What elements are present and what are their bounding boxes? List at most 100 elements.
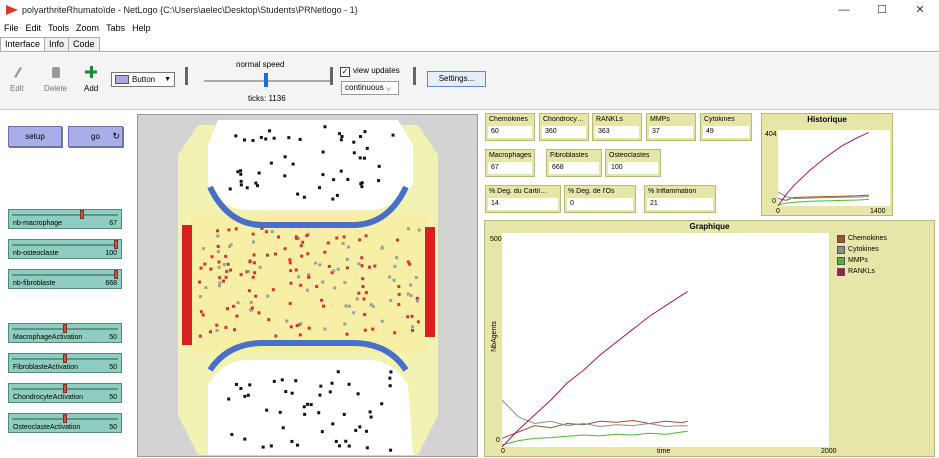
agent-dot	[397, 285, 401, 289]
tab-code[interactable]: Code	[68, 37, 100, 51]
edit-label: Edit	[10, 84, 24, 93]
slider-nb-fibroblaste[interactable]: nb-fibroblaste 668	[8, 269, 122, 289]
agent-dot	[227, 228, 231, 232]
slider-thumb[interactable]	[114, 270, 118, 279]
agent-dot	[251, 240, 255, 244]
slider-thumb[interactable]	[63, 354, 67, 363]
menu-file[interactable]: File	[4, 23, 19, 33]
bone-cell	[356, 392, 360, 396]
legend-label: Cytokines	[848, 246, 879, 253]
legend-item: MMPs	[837, 255, 887, 266]
agent-dot	[364, 234, 368, 238]
monitor: % Deg. de l'Os 0	[564, 185, 636, 213]
agent-dot	[299, 283, 303, 287]
go-label: go	[91, 132, 100, 141]
menu-edit[interactable]: Edit	[26, 23, 42, 33]
agent-dot	[216, 234, 220, 238]
agent-dot	[307, 273, 311, 277]
graphique-plot[interactable]: Graphique 500 0 0 2000 time NbAgents Che…	[484, 220, 935, 457]
bone-cell	[347, 444, 351, 448]
settings-button[interactable]: Settings...	[427, 71, 486, 87]
widget-type-select[interactable]: Button ▼	[111, 72, 175, 87]
bone-cell	[251, 138, 255, 142]
maximize-button[interactable]: ☐	[863, 0, 901, 20]
agent-dot	[363, 328, 367, 332]
slider-thumb[interactable]	[63, 384, 67, 393]
menu-help[interactable]: Help	[132, 23, 151, 33]
bone-cell	[230, 432, 234, 436]
agent-dot	[343, 322, 347, 326]
agent-dot	[251, 232, 255, 236]
add-tool[interactable]: Add	[84, 65, 98, 93]
agent-dot	[295, 324, 299, 328]
setup-button[interactable]: setup	[8, 126, 62, 147]
bone-cell	[339, 138, 343, 142]
monitor: Chemokines 60	[485, 113, 535, 141]
menu-zoom[interactable]: Zoom	[76, 23, 99, 33]
agent-dot	[253, 271, 257, 275]
widget-type-value: Button	[132, 75, 156, 84]
close-button[interactable]: ✕	[901, 0, 939, 20]
update-mode-select[interactable]: continuous ⌵	[341, 81, 399, 95]
agent-dot	[369, 303, 373, 307]
menu-tools[interactable]: Tools	[48, 23, 69, 33]
agent-dot	[234, 227, 238, 231]
minimize-button[interactable]: —	[825, 0, 863, 20]
slider-fibroblasteactivation[interactable]: FibroblasteActivation 50	[8, 353, 122, 373]
bone-cell	[227, 397, 231, 401]
agent-dot	[217, 284, 221, 288]
agent-dot	[314, 261, 318, 265]
agent-dot	[203, 262, 207, 266]
slider-name: OsteoclasteActivation	[13, 424, 81, 431]
view-updates-checkbox[interactable]: ✓	[340, 67, 350, 77]
bone-cell	[284, 390, 288, 394]
agent-dot	[218, 281, 222, 285]
toolbar-separator	[413, 67, 416, 85]
bone-cell	[359, 182, 363, 186]
agent-dot	[221, 279, 225, 283]
legend-label: RANKLs	[848, 268, 875, 275]
bone-cell	[377, 179, 381, 183]
slider-chondrocyteactivation[interactable]: ChondrocyteActivation 50	[8, 383, 122, 403]
slider-osteoclasteactivation[interactable]: OsteoclasteActivation 50	[8, 413, 122, 433]
speed-slider-thumb[interactable]	[264, 73, 268, 87]
left-inflammation	[182, 225, 192, 345]
bone-cell	[323, 125, 327, 129]
monitor: % Deg. du Cartil… 14	[485, 185, 561, 213]
slider-thumb[interactable]	[63, 414, 67, 423]
slider-thumb[interactable]	[80, 210, 85, 219]
agent-dot	[217, 260, 221, 264]
tab-interface[interactable]: Interface	[0, 37, 46, 51]
go-button[interactable]: go ↻	[68, 126, 123, 147]
tab-info[interactable]: Info	[44, 37, 70, 51]
legend-item: Chemokines	[837, 233, 887, 244]
bone-cell	[365, 146, 369, 150]
menu-tabs[interactable]: Tabs	[106, 23, 125, 33]
bone-cell	[294, 379, 298, 383]
slider-thumb[interactable]	[63, 324, 67, 333]
slider-thumb[interactable]	[114, 240, 118, 249]
slider-nb-osteoclaste[interactable]: nb-osteoclaste 100	[8, 239, 122, 259]
agent-dot	[231, 304, 235, 308]
agent-dot	[406, 315, 410, 319]
delete-tool[interactable]: Delete	[44, 65, 67, 93]
historique-plot[interactable]: Historique 404 0 0 1400	[761, 113, 893, 216]
bone-cell	[347, 382, 351, 386]
bone-cell	[278, 410, 282, 414]
bone-cell	[360, 185, 364, 189]
agent-dot	[368, 265, 372, 269]
slider-nb-macrophage[interactable]: nb-macrophage 67	[8, 209, 122, 229]
legend-swatch	[837, 267, 845, 276]
bone-cell	[346, 177, 350, 181]
slider-name: FibroblasteActivation	[13, 364, 78, 371]
agent-dot	[285, 319, 289, 323]
edit-tool[interactable]: Edit	[10, 65, 24, 93]
slider-macrophageactivation[interactable]: MacrophageActivation 50	[8, 323, 122, 343]
agent-dot	[406, 260, 410, 264]
plot-background	[778, 130, 890, 206]
world-view[interactable]	[137, 114, 478, 457]
monitor-value: 21	[647, 198, 713, 210]
graphique-canvas	[502, 233, 829, 447]
agent-dot	[225, 269, 229, 273]
bone-cell	[267, 129, 271, 133]
